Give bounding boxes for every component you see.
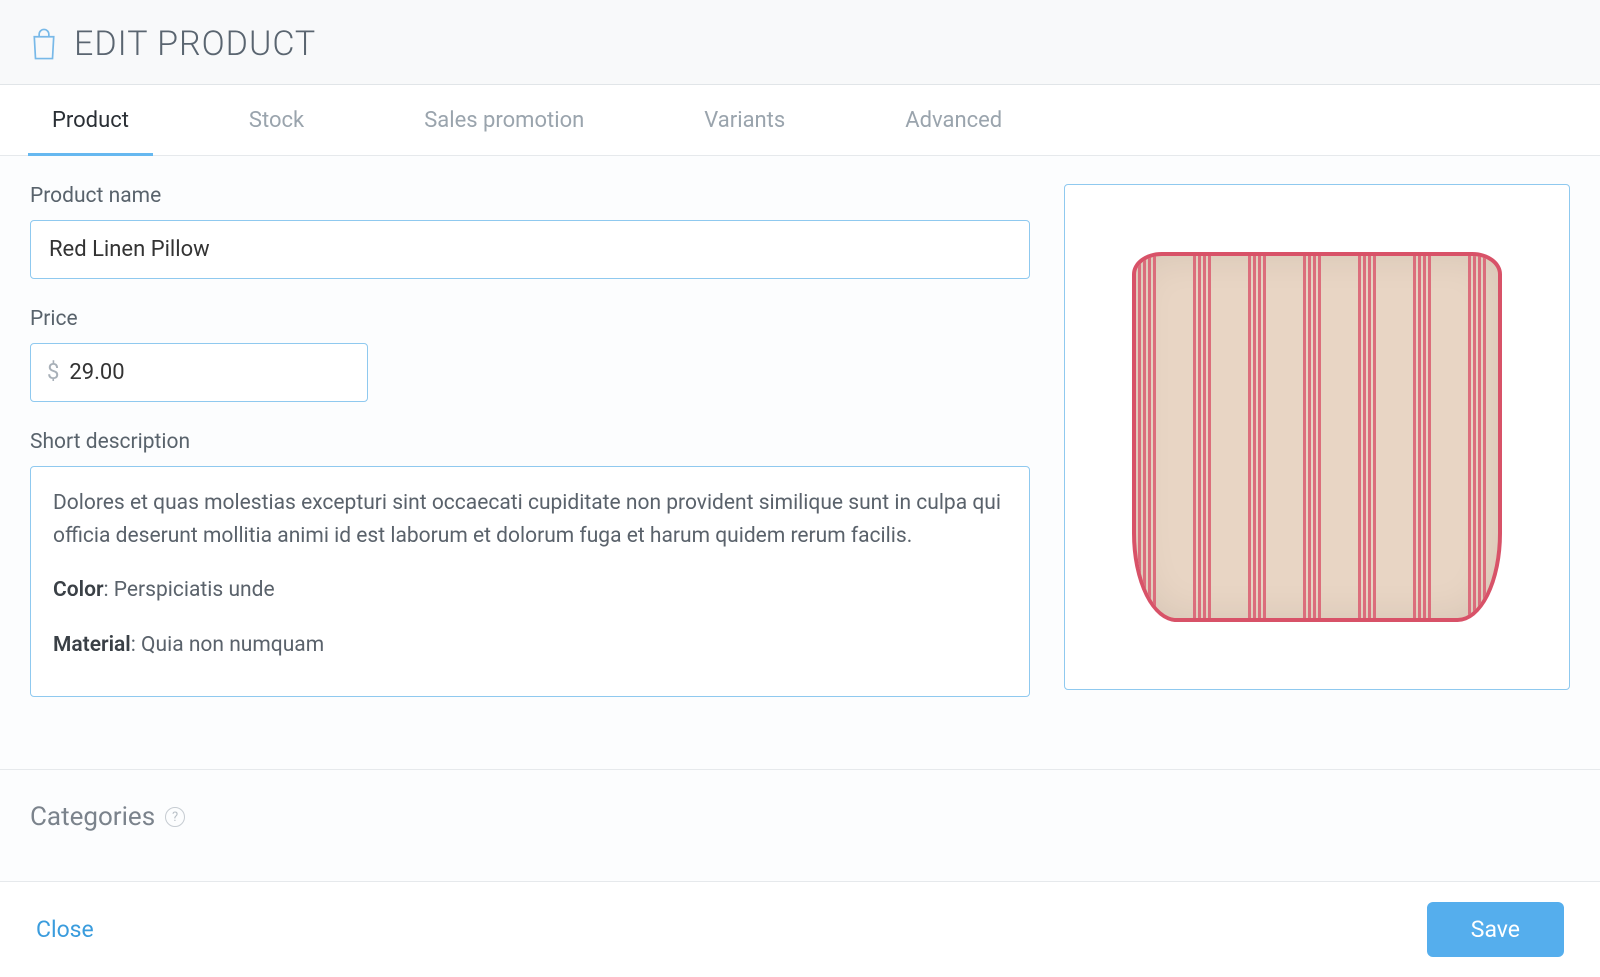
material-label: Material [53, 633, 131, 657]
description-paragraph: Dolores et quas molestias excepturi sint… [53, 487, 1007, 552]
categories-label: Categories [30, 802, 155, 832]
product-name-label: Product name [30, 184, 1030, 208]
modal-header: EDIT PRODUCT [0, 0, 1600, 85]
section-divider [0, 769, 1600, 770]
price-input-wrapper: $ [30, 343, 368, 402]
close-button[interactable]: Close [36, 916, 94, 943]
tab-product[interactable]: Product [28, 86, 153, 156]
description-color-line: Color: Perspiciatis unde [53, 574, 1007, 607]
footer-bar: Close Save [0, 881, 1600, 977]
product-image [1132, 252, 1502, 622]
field-product-name: Product name [30, 184, 1030, 279]
content-area: Product name Price $ Short description [0, 156, 1600, 977]
tabs-bar: Product Stock Sales promotion Variants A… [0, 85, 1600, 156]
price-input[interactable] [69, 344, 351, 401]
edit-product-modal: EDIT PRODUCT Product Stock Sales promoti… [0, 0, 1600, 977]
field-price: Price $ [30, 307, 1030, 402]
price-label: Price [30, 307, 1030, 331]
material-value: : Quia non numquam [131, 633, 324, 657]
tab-variants[interactable]: Variants [680, 86, 809, 156]
shopping-bag-icon [28, 26, 60, 62]
currency-symbol: $ [47, 360, 59, 385]
product-image-box[interactable] [1064, 184, 1570, 690]
categories-heading: Categories ? [30, 802, 1570, 832]
tab-sales-promotion[interactable]: Sales promotion [400, 86, 608, 156]
color-value: : Perspiciatis unde [104, 578, 275, 602]
tab-stock[interactable]: Stock [225, 86, 328, 156]
field-short-description: Short description Dolores et quas molest… [30, 430, 1030, 697]
product-name-input[interactable] [30, 220, 1030, 279]
short-description-editor[interactable]: Dolores et quas molestias excepturi sint… [33, 469, 1027, 694]
page-title: EDIT PRODUCT [74, 24, 316, 64]
description-material-line: Material: Quia non numquam [53, 629, 1007, 662]
help-icon[interactable]: ? [165, 807, 185, 827]
tab-advanced[interactable]: Advanced [881, 86, 1026, 156]
short-description-label: Short description [30, 430, 1030, 454]
content-scroll[interactable]: Product name Price $ Short description [0, 156, 1600, 977]
color-label: Color [53, 578, 104, 602]
save-button[interactable]: Save [1427, 902, 1564, 957]
